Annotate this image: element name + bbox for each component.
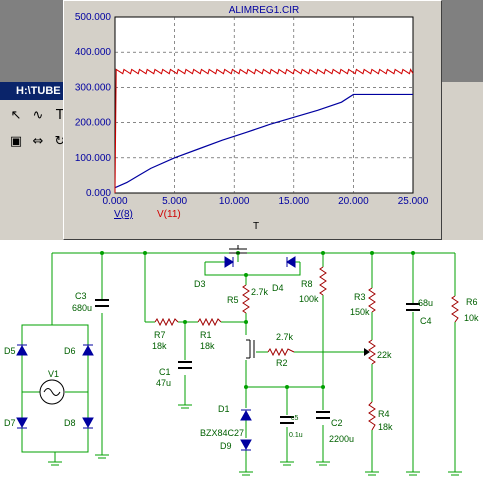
tool-palette: ↖ ∿ T ▣ ⇔ ↻: [0, 100, 70, 240]
label-c3-value: 680u: [72, 303, 92, 313]
junctions: [100, 251, 415, 389]
label-d7: D7: [4, 418, 16, 428]
label-d1-ref: D1: [218, 404, 230, 414]
label-r2-ref: R2: [276, 358, 288, 368]
wiper-arrow-icon: [364, 348, 370, 356]
resistor-r7[interactable]: [154, 317, 179, 327]
flip-icon[interactable]: ⇔: [30, 134, 46, 150]
label-r2-value: 2.7k: [276, 332, 294, 342]
resistor-r3[interactable]: [368, 287, 376, 313]
label-r8-value: 100k: [299, 294, 319, 304]
wires: [21, 252, 456, 472]
y-tick-label: 300.000: [75, 82, 112, 93]
label-d3: D3: [194, 279, 206, 289]
window-title: H:\TUBE: [16, 85, 61, 97]
x-tick-label: 15.000: [279, 196, 310, 207]
x-tick-label: 5.000: [162, 196, 187, 207]
y-tick-label: 200.000: [75, 118, 112, 129]
diode-d6[interactable]: [82, 344, 94, 356]
plot-area: [114, 16, 414, 194]
schematic: C3 680u D5 D6 D7 D8 V1 R7 18k R1 18k C1 …: [4, 245, 479, 476]
right-toolbar: [440, 82, 483, 240]
ac-source-v1[interactable]: [39, 379, 65, 405]
plot-svg: ALIMREG1.CIR 500.000 400.000 300.000 200.00…: [75, 5, 429, 232]
resistor-r2[interactable]: [267, 347, 295, 357]
label-c4-value: 68u: [418, 298, 433, 308]
label-c5-value: 0.1u: [289, 432, 303, 439]
x-tick-label: 0.000: [102, 196, 127, 207]
capacitor-c1[interactable]: [178, 361, 192, 369]
diode-d4[interactable]: [286, 256, 296, 268]
label-d8: D8: [64, 418, 76, 428]
label-c1-value: 47u: [156, 378, 171, 388]
capacitor-c3[interactable]: [95, 299, 109, 307]
app-title-bar[interactable]: H:\TUBE: [0, 82, 70, 100]
diode-d5[interactable]: [16, 344, 28, 356]
diode-d7[interactable]: [16, 417, 28, 429]
label-d4: D4: [272, 283, 284, 293]
resistor-r5[interactable]: [242, 284, 250, 314]
diode-d9[interactable]: [240, 439, 252, 451]
label-c2-value: 2200u: [329, 434, 354, 444]
resistor-r1[interactable]: [197, 317, 222, 327]
legend-v8[interactable]: V(8): [114, 209, 133, 220]
label-r3-value: 150k: [350, 307, 370, 317]
label-r1-ref: R1: [200, 330, 212, 340]
label-r3-ref: R3: [354, 292, 366, 302]
label-d1-value: BZX84C27: [200, 428, 244, 438]
label-r7-ref: R7: [154, 330, 166, 340]
label-pot-value: 22k: [377, 350, 392, 360]
label-r6-ref: R6: [466, 297, 478, 307]
label-r5-ref: R5: [227, 295, 239, 305]
label-c3-ref: C3: [75, 291, 87, 301]
diode-d3[interactable]: [224, 256, 234, 268]
x-axis-label: T: [253, 221, 259, 232]
label-r1-value: 18k: [200, 341, 215, 351]
y-tick-label: 500.000: [75, 12, 112, 23]
mosfet-mid[interactable]: [246, 339, 255, 359]
label-d6: D6: [64, 346, 76, 356]
pointer-icon[interactable]: ↖: [8, 108, 24, 124]
x-tick-label: 20.000: [338, 196, 369, 207]
label-r8-ref: R8: [301, 279, 313, 289]
ground-symbols: [48, 404, 462, 476]
label-c1-ref: C1: [159, 367, 171, 377]
resistor-r6[interactable]: [451, 295, 459, 323]
x-tick-labels: 0.000 5.000 10.000 15.000 20.000 25.000: [102, 196, 428, 207]
resistor-r8[interactable]: [319, 266, 327, 296]
label-c4-ref: C4: [420, 316, 432, 326]
label-c5-ref: c5: [291, 415, 299, 422]
label-c2-ref: C2: [331, 418, 343, 428]
label-d9: D9: [220, 441, 232, 451]
wire-icon[interactable]: ∿: [30, 108, 46, 124]
y-tick-label: 400.000: [75, 47, 112, 58]
x-tick-label: 25.000: [398, 196, 429, 207]
component-icon[interactable]: ▣: [8, 134, 24, 150]
label-r7-value: 18k: [152, 341, 167, 351]
label-d5: D5: [4, 346, 16, 356]
label-r6-value: 10k: [464, 313, 479, 323]
y-tick-label: 100.000: [75, 153, 112, 164]
label-r4-ref: R4: [378, 409, 390, 419]
legend-v11[interactable]: V(11): [157, 209, 181, 220]
plot-window[interactable]: ALIMREG1.CIR 500.000 400.000 300.000 200.00…: [63, 0, 442, 240]
diode-d1[interactable]: [240, 409, 252, 421]
x-tick-label: 10.000: [219, 196, 250, 207]
diode-d8[interactable]: [82, 417, 94, 429]
label-r5-value: 2.7k: [251, 287, 269, 297]
capacitor-c2[interactable]: [316, 411, 330, 419]
label-r4-value: 18k: [378, 422, 393, 432]
y-tick-labels: 500.000400.000300.000200.000100.0000.000: [75, 12, 112, 199]
resistor-r4[interactable]: [368, 401, 376, 431]
label-v1: V1: [48, 369, 59, 379]
plot-title: ALIMREG1.CIR: [229, 5, 300, 16]
